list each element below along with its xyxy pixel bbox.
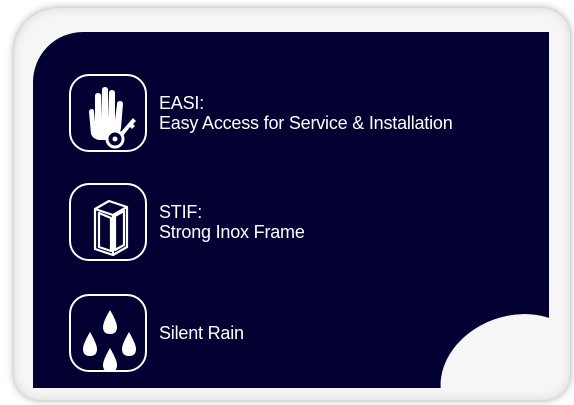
feature-rain-title: Silent Rain	[159, 323, 244, 343]
feature-stif-subtitle: Strong Inox Frame	[159, 222, 305, 242]
feature-easi-label: EASI: Easy Access for Service & Installa…	[159, 93, 453, 133]
feature-stif-title: STIF:	[159, 202, 202, 222]
feature-easi-subtitle: Easy Access for Service & Installation	[159, 113, 453, 133]
feature-stif-label: STIF: Strong Inox Frame	[159, 202, 305, 242]
feature-stif: STIF: Strong Inox Frame	[69, 183, 305, 261]
feature-easi: EASI: Easy Access for Service & Installa…	[69, 74, 453, 152]
feature-easi-title: EASI:	[159, 93, 205, 113]
feature-rain: Silent Rain	[69, 294, 244, 372]
hand-with-key-icon	[69, 74, 147, 152]
features-panel: EASI: Easy Access for Service & Installa…	[33, 32, 549, 388]
feature-rain-label: Silent Rain	[159, 323, 244, 343]
frame-box-icon	[69, 183, 147, 261]
rain-drops-icon	[69, 294, 147, 372]
